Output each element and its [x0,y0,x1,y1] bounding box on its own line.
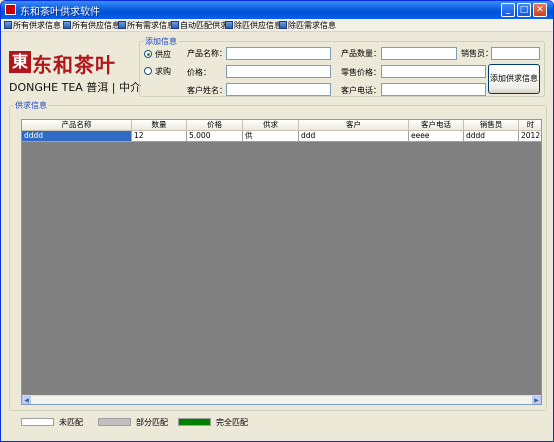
toolbar-item-label: 除匹供应信息 [234,21,282,30]
column-header[interactable]: 数量 [132,120,187,131]
toolbar-item-label: 所有供求信息 [13,21,61,30]
customer-phone-label: 客户电话： [341,86,381,95]
table-icon [118,21,126,29]
column-header[interactable]: 时 [519,120,541,131]
table-icon [4,21,12,29]
table-cell[interactable]: 12 [132,131,187,142]
column-header[interactable]: 客户 [299,120,409,131]
logo-mark: 東 [9,51,31,73]
toolbar-remove-matched-supply-button[interactable]: 除匹供应信息 [225,20,282,31]
retail-price-input[interactable] [381,65,486,78]
supply-radio-label: 供应 [155,50,171,59]
customer-phone-input[interactable] [381,83,486,96]
legend-swatch-full [178,418,211,426]
table-cell[interactable]: 供 [243,131,299,142]
toolbar-item-label: 所有需求信息 [127,21,175,30]
toolbar-item-label: 自动匹配供求 [180,21,228,30]
close-button[interactable]: ✕ [533,3,547,17]
main-window: 东和茶叶供求软件 _ □ ✕ 所有供求信息 所有供应信息 所有需求信息 自动匹配… [0,0,554,442]
toolbar-item-label: 所有供应信息 [72,21,120,30]
supply-radio[interactable]: 供应 [144,49,171,60]
toolbar-remove-matched-demand-button[interactable]: 除匹需求信息 [279,20,336,31]
column-header[interactable]: 价格 [187,120,243,131]
customer-name-input[interactable] [226,83,331,96]
demand-radio-label: 求购 [155,67,171,76]
column-header[interactable]: 产品名称 [22,120,132,131]
salesperson-input[interactable] [491,47,540,60]
add-info-title: 添加信息 [144,36,178,47]
quantity-label: 产品数量： [341,49,381,58]
horizontal-scrollbar[interactable]: ◀ ▶ [22,395,541,404]
toolbar-auto-match-button[interactable]: 自动匹配供求 [171,20,228,31]
table-cell[interactable]: 2012-1 [519,131,541,142]
customer-name-label: 客户姓名： [187,86,227,95]
legend-label-unmatched: 未匹配 [59,418,83,427]
table-body: 产品名称 数量 价格 供求 客户 客户电话 销售员 时 dddd 12 5.00… [22,120,541,397]
toolbar: 所有供求信息 所有供应信息 所有需求信息 自动匹配供求 除匹供应信息 除匹需求信… [1,19,553,32]
legend-swatch-partial [98,418,131,426]
company-logo: 東 东和茶叶 DONGHE TEA 普洱 | 中介 [9,47,141,95]
logo-name-cn: 东和茶叶 [32,53,116,77]
table-icon [225,21,233,29]
retail-price-label: 零售价格： [341,68,381,77]
title-bar[interactable]: 东和茶叶供求软件 _ □ ✕ [1,1,553,19]
quantity-input[interactable] [381,47,457,60]
app-icon [5,4,16,15]
table-cell[interactable]: 5.000 [187,131,243,142]
supply-info-title: 供求信息 [14,100,48,111]
product-name-label: 产品名称： [187,49,227,58]
table-cell[interactable]: ddd [299,131,409,142]
product-name-input[interactable] [226,47,331,60]
demand-radio[interactable]: 求购 [144,66,171,77]
scroll-left-icon[interactable]: ◀ [22,396,31,404]
salesperson-label: 销售员： [461,49,493,58]
table-icon [171,21,179,29]
column-header[interactable]: 客户电话 [409,120,464,131]
toolbar-all-demand-button[interactable]: 所有需求信息 [118,20,175,31]
toolbar-all-supply-button[interactable]: 所有供应信息 [63,20,120,31]
maximize-button[interactable]: □ [517,3,531,17]
table-icon [279,21,287,29]
table-cell[interactable]: dddd [22,131,132,142]
logo-name-en: DONGHE TEA 普洱 | 中介 [9,81,141,94]
add-supply-info-button[interactable]: 添加供求信息 [488,64,540,94]
table-icon [63,21,71,29]
legend-label-full: 完全匹配 [216,418,248,427]
toolbar-item-label: 除匹需求信息 [288,21,336,30]
column-header[interactable]: 供求 [243,120,299,131]
legend-label-partial: 部分匹配 [136,418,168,427]
price-label: 价格： [187,68,211,77]
toolbar-all-info-button[interactable]: 所有供求信息 [4,20,61,31]
minimize-button[interactable]: _ [501,3,515,17]
table-cell[interactable]: dddd [464,131,519,142]
table-cell[interactable]: eeee [409,131,464,142]
scroll-right-icon[interactable]: ▶ [532,396,541,404]
radio-dot [144,50,152,58]
window-title: 东和茶叶供求软件 [20,7,100,18]
price-input[interactable] [226,65,331,78]
column-header[interactable]: 销售员 [464,120,519,131]
radio-dot [144,67,152,75]
legend-swatch-unmatched [21,418,54,426]
supply-info-table[interactable]: 产品名称 数量 价格 供求 客户 客户电话 销售员 时 dddd 12 5.00… [21,119,542,405]
